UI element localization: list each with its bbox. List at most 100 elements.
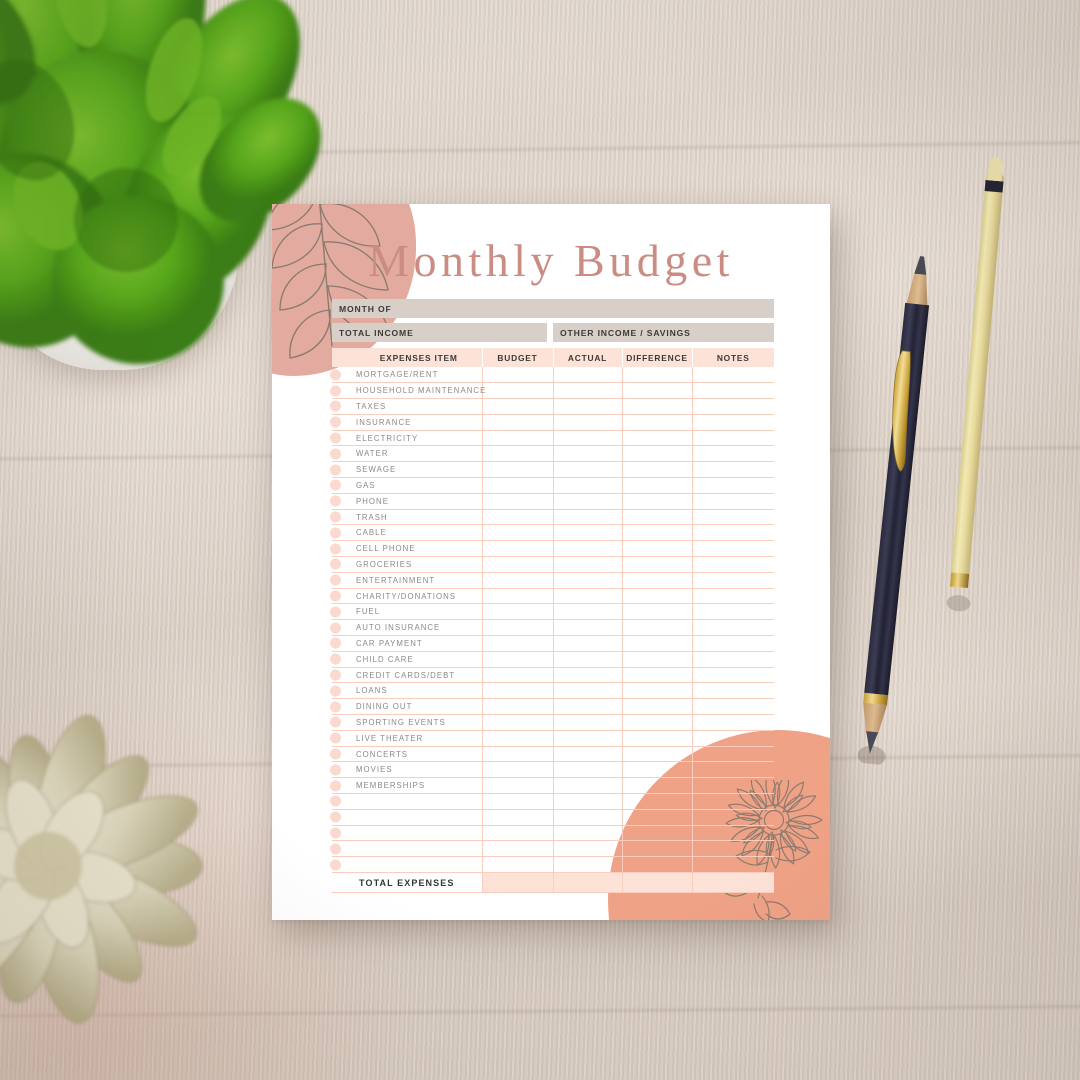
difference-cell[interactable]	[621, 540, 692, 558]
actual-cell[interactable]	[552, 588, 622, 605]
difference-cell[interactable]	[621, 430, 692, 447]
notes-cell[interactable]	[691, 556, 774, 573]
notes-cell[interactable]	[691, 603, 774, 621]
difference-cell[interactable]	[621, 635, 692, 652]
difference-cell[interactable]	[621, 651, 692, 668]
difference-cell[interactable]	[621, 445, 692, 463]
notes-cell[interactable]	[691, 840, 774, 858]
notes-cell[interactable]	[691, 540, 774, 558]
notes-cell[interactable]	[691, 398, 774, 415]
notes-cell[interactable]	[691, 509, 774, 526]
budget-cell[interactable]	[481, 698, 553, 716]
difference-cell[interactable]	[621, 556, 692, 573]
budget-cell[interactable]	[481, 651, 553, 668]
expense-item-cell[interactable]	[330, 793, 482, 810]
budget-cell[interactable]	[481, 493, 553, 510]
actual-cell[interactable]	[552, 493, 622, 510]
difference-cell[interactable]	[621, 493, 692, 510]
notes-cell[interactable]	[691, 793, 774, 810]
difference-cell[interactable]	[621, 840, 692, 858]
total-income-field[interactable]: TOTAL INCOME	[332, 323, 547, 342]
actual-cell[interactable]	[552, 509, 622, 526]
notes-cell[interactable]	[691, 588, 774, 605]
actual-cell[interactable]	[552, 793, 622, 810]
budget-cell[interactable]	[481, 556, 553, 573]
notes-cell[interactable]	[691, 825, 774, 842]
expense-item-cell[interactable]: DINING OUT	[330, 698, 482, 716]
expense-item-cell[interactable]: TRASH	[330, 509, 482, 526]
expense-item-cell[interactable]: PHONE	[330, 493, 482, 510]
difference-cell[interactable]	[621, 714, 692, 731]
total-notes-cell[interactable]	[691, 872, 774, 893]
budget-cell[interactable]	[481, 430, 553, 447]
expense-item-cell[interactable]: CELL PHONE	[330, 540, 482, 558]
notes-cell[interactable]	[691, 777, 774, 795]
actual-cell[interactable]	[552, 382, 622, 400]
expense-item-cell[interactable]: HOUSEHOLD MAINTENANCE	[330, 382, 485, 400]
actual-cell[interactable]	[552, 367, 622, 384]
actual-cell[interactable]	[552, 524, 622, 542]
difference-cell[interactable]	[621, 761, 692, 779]
notes-cell[interactable]	[691, 714, 774, 731]
expense-item-cell[interactable]: CONCERTS	[330, 746, 482, 763]
month-of-field[interactable]: MONTH OF	[332, 299, 774, 318]
expense-item-cell[interactable]: SPORTING EVENTS	[330, 714, 482, 731]
difference-cell[interactable]	[621, 524, 692, 542]
difference-cell[interactable]	[621, 730, 692, 747]
notes-cell[interactable]	[691, 414, 774, 431]
actual-cell[interactable]	[552, 556, 622, 573]
difference-cell[interactable]	[621, 477, 692, 494]
difference-cell[interactable]	[621, 382, 692, 400]
expense-item-cell[interactable]: GAS	[330, 477, 482, 494]
actual-cell[interactable]	[552, 430, 622, 447]
expense-item-cell[interactable]: LIVE THEATER	[330, 730, 482, 747]
budget-cell[interactable]	[481, 509, 553, 526]
difference-cell[interactable]	[621, 667, 692, 684]
difference-cell[interactable]	[621, 746, 692, 763]
actual-cell[interactable]	[552, 856, 622, 873]
other-income-savings-field[interactable]: OTHER INCOME / SAVINGS	[553, 323, 774, 342]
budget-cell[interactable]	[481, 856, 553, 873]
total-actual-cell[interactable]	[552, 872, 622, 893]
notes-cell[interactable]	[691, 445, 774, 463]
notes-cell[interactable]	[691, 809, 774, 826]
difference-cell[interactable]	[621, 367, 692, 384]
actual-cell[interactable]	[552, 682, 622, 700]
difference-cell[interactable]	[621, 588, 692, 605]
actual-cell[interactable]	[552, 698, 622, 716]
expense-item-cell[interactable]	[330, 809, 482, 826]
budget-cell[interactable]	[481, 619, 553, 637]
actual-cell[interactable]	[552, 461, 622, 479]
notes-cell[interactable]	[691, 856, 774, 873]
budget-cell[interactable]	[481, 809, 553, 826]
notes-cell[interactable]	[691, 382, 774, 400]
actual-cell[interactable]	[552, 619, 622, 637]
difference-cell[interactable]	[621, 461, 692, 479]
expense-item-cell[interactable]: GROCERIES	[330, 556, 482, 573]
budget-cell[interactable]	[481, 840, 553, 858]
budget-cell[interactable]	[481, 477, 553, 494]
budget-cell[interactable]	[481, 746, 553, 763]
actual-cell[interactable]	[552, 603, 622, 621]
budget-cell[interactable]	[481, 777, 553, 795]
expense-item-cell[interactable]: FUEL	[330, 603, 482, 621]
budget-cell[interactable]	[481, 682, 553, 700]
actual-cell[interactable]	[552, 398, 622, 415]
budget-cell[interactable]	[481, 761, 553, 779]
actual-cell[interactable]	[552, 635, 622, 652]
budget-cell[interactable]	[481, 382, 553, 400]
actual-cell[interactable]	[552, 809, 622, 826]
difference-cell[interactable]	[621, 682, 692, 700]
difference-cell[interactable]	[621, 698, 692, 716]
expense-item-cell[interactable]	[330, 856, 482, 873]
difference-cell[interactable]	[621, 619, 692, 637]
notes-cell[interactable]	[691, 461, 774, 479]
budget-cell[interactable]	[481, 414, 553, 431]
actual-cell[interactable]	[552, 540, 622, 558]
expense-item-cell[interactable]: SEWAGE	[330, 461, 482, 479]
notes-cell[interactable]	[691, 635, 774, 652]
notes-cell[interactable]	[691, 682, 774, 700]
actual-cell[interactable]	[552, 730, 622, 747]
notes-cell[interactable]	[691, 572, 774, 589]
expense-item-cell[interactable]: MOVIES	[330, 761, 482, 779]
